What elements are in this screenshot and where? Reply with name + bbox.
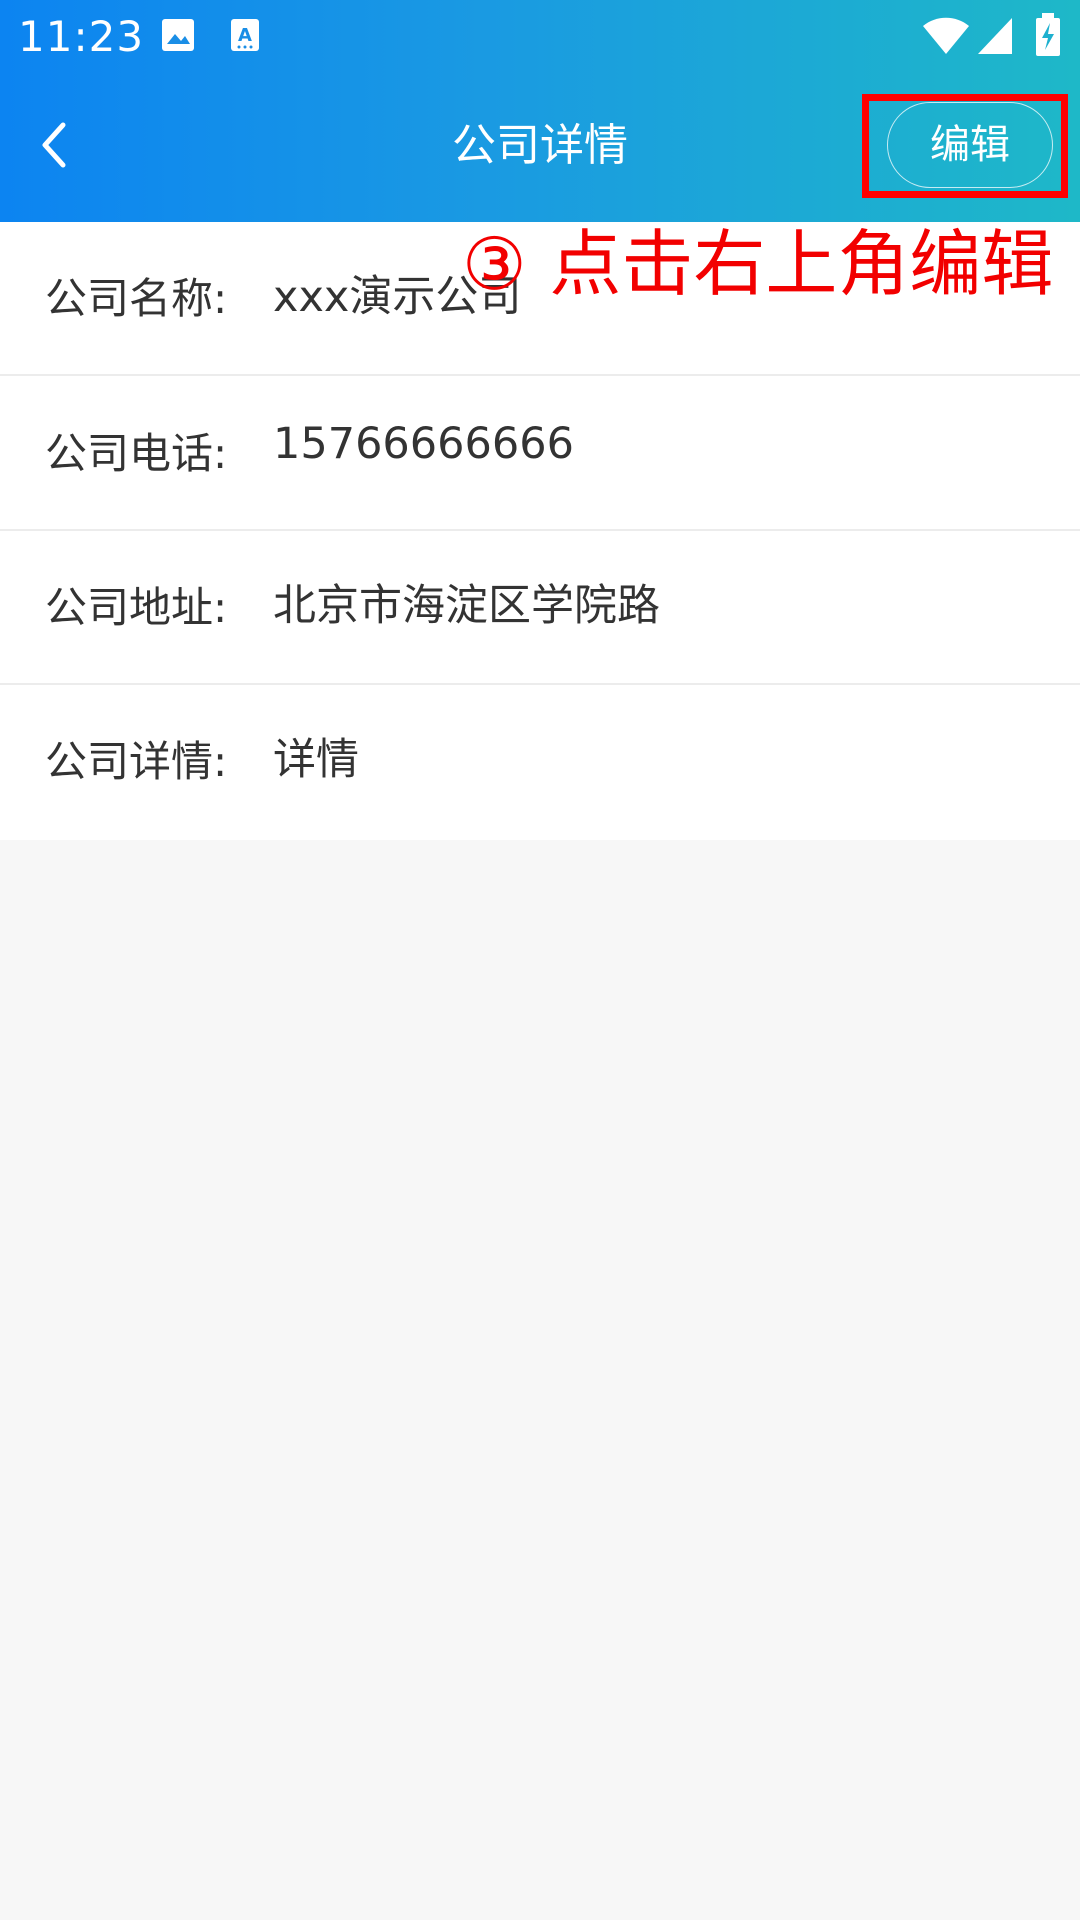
gallery-icon	[160, 17, 196, 53]
status-time: 11:23	[18, 12, 145, 61]
back-button[interactable]	[20, 112, 90, 182]
instruction-annotation: ③ 点击右上角编辑	[462, 222, 1054, 306]
company-details-value: 详情	[273, 735, 359, 785]
company-detail-list: 公司名称: xxx演示公司 公司电话: 15766666666 公司地址: 北京…	[0, 222, 1080, 840]
company-phone-row: 公司电话: 15766666666	[0, 377, 1080, 531]
company-address-label: 公司地址:	[45, 583, 228, 632]
keyboard-a-icon: A	[228, 17, 262, 53]
company-phone-label: 公司电话:	[45, 429, 228, 478]
wifi-icon	[922, 16, 970, 56]
chevron-left-icon	[35, 119, 75, 175]
status-bar: 11:23 A	[0, 0, 1080, 74]
battery-charging-icon	[1034, 12, 1062, 58]
cellular-signal-icon	[976, 16, 1014, 56]
company-address-value: 北京市海淀区学院路	[273, 581, 660, 631]
company-phone-value: 15766666666	[273, 419, 574, 469]
company-details-row: 公司详情: 详情	[0, 685, 1080, 839]
svg-text:A: A	[238, 25, 252, 46]
page-title: 公司详情	[452, 120, 628, 171]
company-details-label: 公司详情:	[45, 737, 228, 786]
edit-button-highlight	[862, 94, 1068, 198]
company-address-row: 公司地址: 北京市海淀区学院路	[0, 531, 1080, 685]
company-name-label: 公司名称:	[45, 274, 228, 323]
